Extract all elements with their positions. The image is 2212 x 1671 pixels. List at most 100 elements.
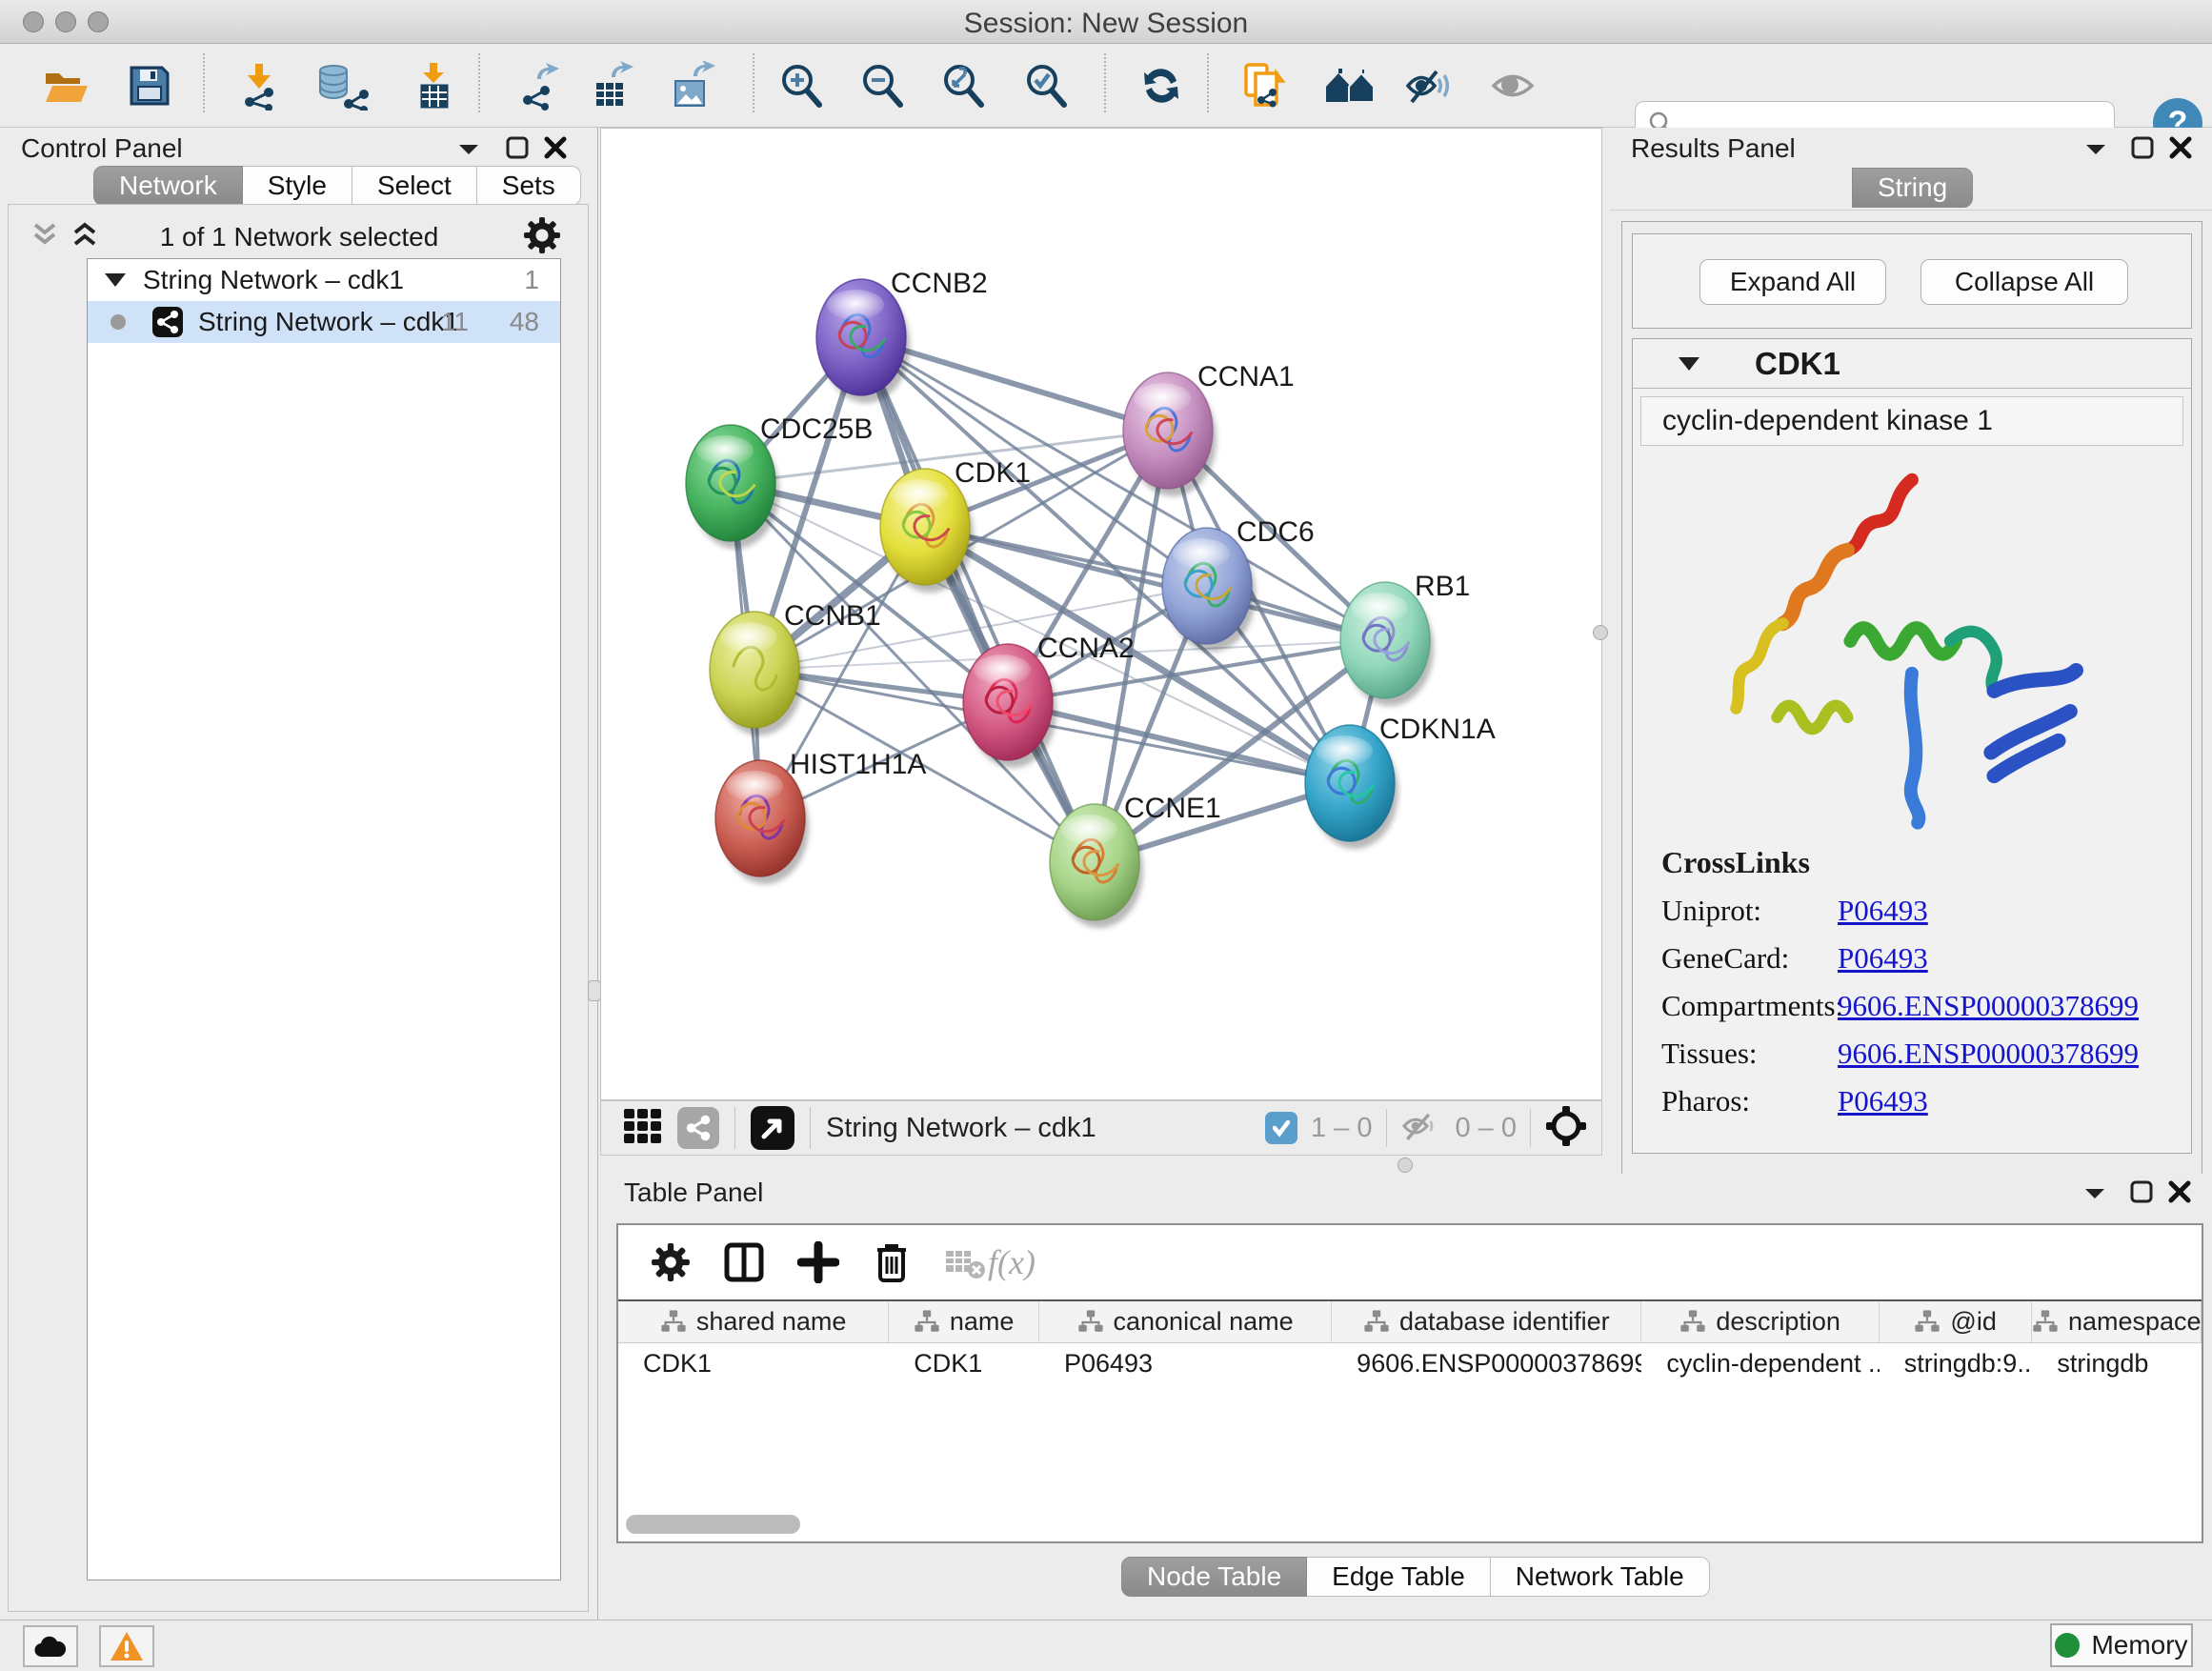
network-tree: String Network – cdk1 1 String Network –… bbox=[87, 258, 561, 1580]
table-panel-float-icon[interactable] bbox=[2129, 1179, 2154, 1209]
network-canvas[interactable]: CCNB2CCNA1CDC25BCDK1CDC6RB1CCNB1CCNA2CDK… bbox=[600, 128, 1602, 1100]
import-network-from-file-icon[interactable] bbox=[236, 61, 284, 111]
export-image-icon[interactable] bbox=[669, 61, 716, 111]
collection-expand-icon[interactable] bbox=[105, 273, 126, 287]
control-panel-close-icon[interactable] bbox=[543, 135, 568, 165]
table-panel-close-icon[interactable] bbox=[2167, 1179, 2192, 1209]
export-table-icon[interactable] bbox=[589, 61, 636, 111]
results-panel-collapse-icon[interactable] bbox=[2082, 139, 2109, 165]
toolbar-separator bbox=[1207, 53, 1209, 112]
splitter-handle-bottom[interactable] bbox=[1398, 1158, 1413, 1173]
tab-select[interactable]: Select bbox=[352, 166, 477, 206]
network-view-icon[interactable] bbox=[677, 1107, 719, 1149]
cell--id: stringdb:9... bbox=[1880, 1343, 2033, 1385]
crosslink-row: GeneCard:P06493 bbox=[1661, 941, 2191, 976]
node-label-CCNB2: CCNB2 bbox=[891, 268, 988, 299]
zoom-in-icon[interactable] bbox=[778, 61, 826, 111]
network-row-selected[interactable]: String Network – cdk1 11 48 bbox=[88, 301, 560, 343]
column-header-database-identifier[interactable]: database identifier bbox=[1332, 1301, 1641, 1342]
node-result-header[interactable]: CDK1 bbox=[1633, 339, 2191, 389]
column-header-shared-name[interactable]: shared name bbox=[618, 1301, 889, 1342]
table-panel-collapse-icon[interactable] bbox=[2081, 1183, 2108, 1209]
network-edge-CCNB2-CCNE1[interactable] bbox=[861, 337, 1095, 862]
network-panel-gear-icon[interactable] bbox=[523, 216, 561, 259]
warnings-button[interactable] bbox=[99, 1625, 154, 1667]
panel-splitter-handle[interactable] bbox=[588, 980, 601, 1001]
save-session-icon[interactable] bbox=[126, 61, 173, 111]
grid-view-icon[interactable] bbox=[622, 1105, 664, 1152]
cell-canonical-name: P06493 bbox=[1039, 1343, 1332, 1385]
results-panel-close-icon[interactable] bbox=[2168, 135, 2193, 165]
crosslink-link[interactable]: 9606.ENSP00000378699 bbox=[1838, 989, 2139, 1023]
tab-node-table[interactable]: Node Table bbox=[1121, 1557, 1307, 1597]
cloud-status-button[interactable] bbox=[23, 1625, 78, 1667]
node-label-CDC25B: CDC25B bbox=[760, 413, 873, 445]
delete-column-icon[interactable] bbox=[872, 1240, 912, 1284]
fit-selected-crosshair-icon[interactable] bbox=[1544, 1104, 1588, 1153]
export-network-icon[interactable] bbox=[516, 61, 564, 111]
node-result-card: CDK1 cyclin-dependent kinase 1 bbox=[1632, 338, 2192, 1154]
column-header-label: name bbox=[950, 1307, 1015, 1337]
duplicate-network-icon[interactable] bbox=[1240, 61, 1288, 111]
crosslink-link[interactable]: P06493 bbox=[1838, 1084, 1928, 1118]
birds-eye-view-icon[interactable] bbox=[751, 1106, 794, 1150]
network-collection-row[interactable]: String Network – cdk1 1 bbox=[88, 259, 560, 301]
selected-node-edge-counts: 1 – 0 bbox=[1311, 1113, 1373, 1144]
control-panel-float-icon[interactable] bbox=[505, 135, 530, 165]
import-table-from-file-icon[interactable] bbox=[410, 61, 457, 111]
add-column-icon[interactable] bbox=[797, 1241, 839, 1283]
network-edge-CDK1-RB1[interactable] bbox=[925, 527, 1385, 640]
collapse-all-button[interactable]: Collapse All bbox=[1920, 259, 2128, 305]
column-header-description[interactable]: description bbox=[1641, 1301, 1879, 1342]
collapse-entry-icon[interactable] bbox=[1679, 357, 1699, 371]
control-panel-collapse-icon[interactable] bbox=[455, 139, 482, 165]
tab-edge-table[interactable]: Edge Table bbox=[1307, 1557, 1491, 1597]
crosslinks-title: CrossLinks bbox=[1661, 845, 2191, 880]
apply-preferred-layout-icon[interactable] bbox=[1137, 61, 1185, 111]
table-horizontal-scrollbar[interactable] bbox=[626, 1515, 800, 1534]
crosslink-link[interactable]: 9606.ENSP00000378699 bbox=[1838, 1037, 2139, 1071]
table-header-row: shared name name canonical name database id… bbox=[618, 1299, 2202, 1343]
crosslink-link[interactable]: P06493 bbox=[1838, 941, 1928, 976]
tab-string[interactable]: String bbox=[1852, 168, 1973, 208]
column-header--id[interactable]: @id bbox=[1880, 1301, 2033, 1342]
network-selection-status: 1 of 1 Network selected bbox=[9, 222, 590, 252]
main-toolbar: ? bbox=[0, 44, 2212, 128]
selected-checkbox-icon[interactable] bbox=[1265, 1112, 1297, 1144]
import-network-from-database-icon[interactable] bbox=[314, 61, 370, 111]
splitter-handle-right[interactable] bbox=[1593, 625, 1608, 640]
tab-network[interactable]: Network bbox=[93, 166, 243, 206]
string-results-content: Expand All Collapse All CDK1 cyclin-depe… bbox=[1621, 221, 2202, 1176]
cell-description: cyclin-dependent ... bbox=[1641, 1343, 1879, 1385]
open-session-icon[interactable] bbox=[42, 61, 90, 111]
column-header-name[interactable]: name bbox=[889, 1301, 1039, 1342]
expand-all-button[interactable]: Expand All bbox=[1699, 259, 1886, 305]
show-all-icon[interactable] bbox=[1489, 61, 1537, 111]
results-panel-float-icon[interactable] bbox=[2130, 135, 2155, 165]
tab-sets[interactable]: Sets bbox=[477, 166, 581, 206]
app-window: Session: New Session bbox=[0, 0, 2212, 1671]
zoom-out-icon[interactable] bbox=[859, 61, 907, 111]
column-header-canonical-name[interactable]: canonical name bbox=[1039, 1301, 1332, 1342]
hidden-node-edge-counts: 0 – 0 bbox=[1456, 1113, 1518, 1144]
string-home-icon[interactable] bbox=[1323, 61, 1377, 111]
memory-button[interactable]: Memory bbox=[2050, 1623, 2193, 1667]
network-type-icon bbox=[152, 307, 183, 337]
column-header-namespace[interactable]: namespace bbox=[2032, 1301, 2202, 1342]
crosslink-label: Compartments: bbox=[1661, 989, 1838, 1023]
zoom-selected-icon[interactable] bbox=[1023, 61, 1071, 111]
crosslink-link[interactable]: P06493 bbox=[1838, 894, 1928, 928]
tab-style[interactable]: Style bbox=[243, 166, 352, 206]
control-panel-tabs: Network Style Select Sets bbox=[93, 166, 581, 206]
table-row[interactable]: CDK1CDK1P064939606.ENSP00000378699cyclin… bbox=[618, 1343, 2202, 1385]
zoom-fit-content-icon[interactable] bbox=[940, 61, 988, 111]
tab-network-table[interactable]: Network Table bbox=[1491, 1557, 1710, 1597]
show-columns-icon[interactable] bbox=[723, 1241, 765, 1283]
hidden-eye-icon[interactable] bbox=[1400, 1108, 1442, 1149]
table-settings-gear-icon[interactable] bbox=[651, 1242, 691, 1282]
hide-selected-icon[interactable] bbox=[1404, 61, 1452, 111]
column-header-label: database identifier bbox=[1399, 1307, 1610, 1337]
crosslink-row: Pharos:P06493 bbox=[1661, 1084, 2191, 1118]
column-header-label: namespace bbox=[2068, 1307, 2202, 1337]
column-header-label: @id bbox=[1950, 1307, 1996, 1337]
